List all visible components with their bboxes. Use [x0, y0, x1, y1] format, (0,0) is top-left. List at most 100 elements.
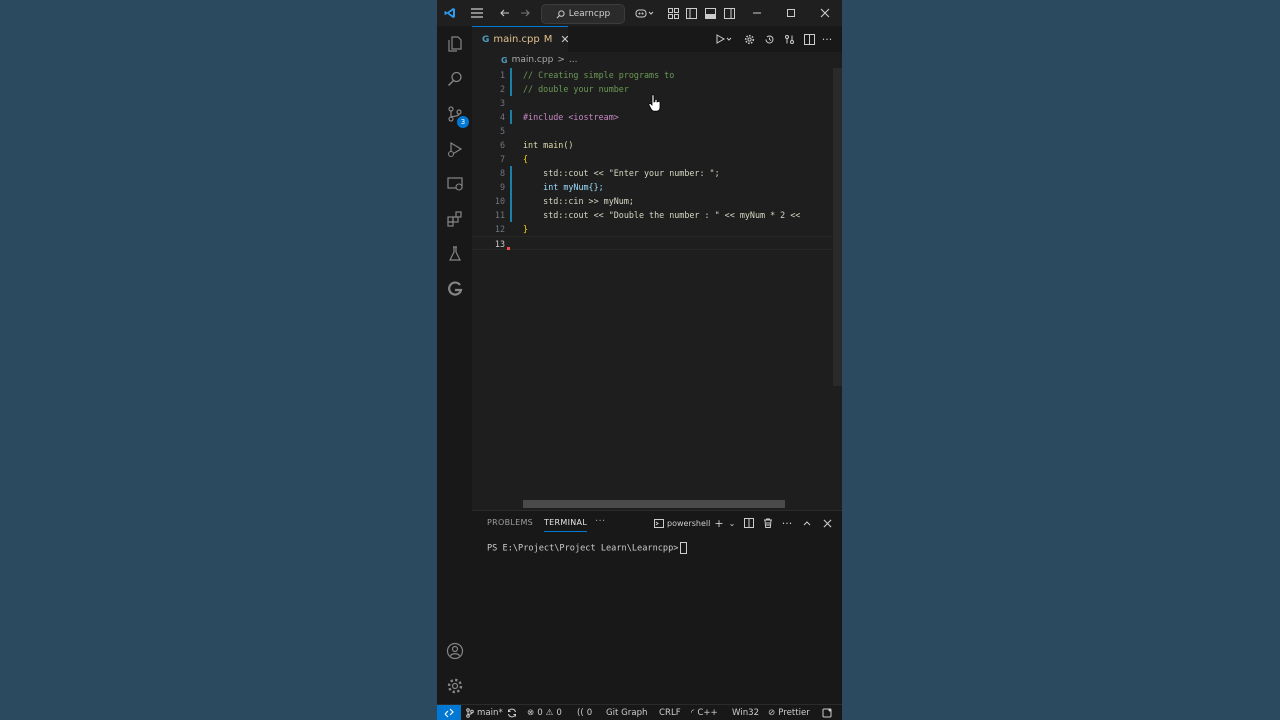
code-line: 1 // Creating simple programs to — [472, 68, 835, 82]
code-text: { — [523, 154, 529, 164]
remote-explorer-icon[interactable] — [441, 170, 468, 197]
horizontal-scrollbar[interactable] — [523, 500, 785, 508]
vscode-window: Learncpp 3 G main.cpp M ✕ ··· G main.cpp… — [437, 0, 842, 720]
prettier-label: Prettier — [778, 708, 810, 718]
line-number: 8 — [499, 168, 505, 178]
trash-icon[interactable] — [761, 516, 775, 530]
tab-filename: main.cpp — [493, 34, 540, 45]
breadcrumb-separator: > — [557, 55, 565, 65]
code-line: 7 { — [472, 152, 835, 166]
accounts-icon[interactable] — [441, 637, 468, 664]
settings-gear-icon[interactable] — [742, 32, 756, 46]
branch-name: main* — [477, 708, 503, 718]
breadcrumb-more[interactable]: ... — [569, 55, 578, 65]
vscode-logo-icon — [443, 4, 457, 22]
activity-bar: 3 — [437, 26, 472, 704]
code-text: } — [523, 224, 529, 234]
gitlens-g-icon[interactable] — [441, 275, 468, 302]
explorer-icon[interactable] — [441, 30, 468, 57]
chevron-down-icon[interactable]: ⌄ — [725, 516, 739, 530]
branch-indicator[interactable]: main* — [466, 705, 503, 720]
terminal-profile[interactable]: powershell — [654, 516, 710, 530]
run-code-icon[interactable] — [714, 32, 734, 46]
timeline-history-icon[interactable] — [762, 32, 776, 46]
close-panel-icon[interactable] — [820, 516, 834, 530]
code-text: std::cout << "Enter your number: "; — [523, 168, 720, 178]
line-number: 10 — [494, 196, 505, 206]
line-number: 6 — [499, 140, 505, 150]
search-icon[interactable] — [441, 65, 468, 92]
gutter-change-marker — [510, 82, 512, 96]
line-number: 3 — [499, 98, 505, 108]
line-number: 7 — [499, 154, 505, 164]
vertical-scrollbar[interactable] — [833, 68, 842, 386]
testing-flask-icon[interactable] — [441, 240, 468, 267]
split-editor-icon[interactable] — [802, 32, 816, 46]
title-bar: Learncpp — [437, 0, 842, 26]
more-actions-icon[interactable]: ··· — [780, 516, 794, 530]
terminal-output[interactable]: PS E:\Project\Project Learn\Learncpp> — [487, 542, 688, 554]
breadcrumb-file[interactable]: main.cpp — [512, 55, 554, 65]
panel-more-icon[interactable]: ··· — [595, 516, 605, 527]
toggle-secondary-sidebar-icon[interactable] — [722, 4, 736, 22]
language-mode[interactable]: ◜ C++ — [691, 705, 718, 720]
code-line: 5 — [472, 124, 835, 138]
toggle-primary-sidebar-icon[interactable] — [684, 4, 698, 22]
code-line: 9 int myNum{}; — [472, 180, 835, 194]
line-number: 1 — [499, 70, 505, 80]
notifications-bell-icon[interactable] — [822, 705, 832, 720]
git-graph-button[interactable]: Git Graph — [606, 705, 648, 720]
toggle-panel-icon[interactable] — [703, 4, 717, 22]
code-editor[interactable]: 1 // Creating simple programs to 2 // do… — [472, 68, 835, 510]
code-text: int main() — [523, 140, 574, 150]
remote-indicator[interactable] — [437, 705, 461, 720]
code-line: 8 std::cout << "Enter your number: "; — [472, 166, 835, 180]
new-terminal-plus-icon[interactable]: + — [712, 516, 726, 530]
breadcrumb-cpp-icon: G — [501, 55, 508, 65]
gutter-change-marker — [510, 180, 512, 194]
settings-gear-icon[interactable] — [441, 672, 468, 699]
gutter-change-marker — [510, 166, 512, 180]
line-number: 2 — [499, 84, 505, 94]
prettier-indicator[interactable]: ⊘ Prettier — [768, 705, 810, 720]
source-control-icon[interactable]: 3 — [441, 100, 469, 128]
close-window-icon[interactable] — [818, 4, 832, 22]
terminal-prompt: PS E:\Project\Project Learn\Learncpp> — [487, 543, 679, 554]
sync-icon[interactable] — [507, 705, 517, 720]
code-text: // double your number — [523, 84, 629, 94]
line-number: 5 — [499, 126, 505, 136]
tab-terminal[interactable]: TERMINAL — [544, 518, 588, 532]
terminal-icon — [654, 518, 664, 528]
search-text: Learncpp — [568, 9, 611, 19]
command-center-search[interactable]: Learncpp — [541, 4, 625, 24]
editor-tab-bar: G main.cpp M ✕ ··· — [472, 26, 842, 52]
customize-layout-icon[interactable] — [666, 4, 680, 22]
forward-arrow-icon[interactable] — [518, 4, 532, 22]
code-text: std::cout << "Double the number : " << m… — [523, 210, 801, 220]
run-debug-icon[interactable] — [441, 135, 468, 162]
maximize-icon[interactable] — [784, 4, 798, 22]
split-terminal-icon[interactable] — [742, 516, 756, 530]
menu-icon[interactable] — [469, 4, 485, 22]
problems-indicator[interactable]: ⊗ 0 ⚠ 0 — [527, 705, 562, 720]
tab-main-cpp[interactable]: G main.cpp M ✕ — [472, 26, 570, 52]
minimize-icon[interactable] — [750, 4, 764, 22]
hand-cursor-icon — [648, 94, 661, 112]
code-line: 11 std::cout << "Double the number : " <… — [472, 208, 835, 222]
tab-problems[interactable]: PROBLEMS — [487, 518, 533, 527]
platform-indicator[interactable]: Win32 — [732, 705, 759, 720]
eol-indicator[interactable]: CRLF — [659, 705, 681, 720]
close-tab-icon[interactable]: ✕ — [560, 33, 569, 46]
source-control-badge: 3 — [457, 116, 469, 128]
ports-indicator[interactable]: (( 0 — [577, 705, 592, 720]
more-actions-icon[interactable]: ··· — [820, 32, 834, 46]
gutter-change-marker — [510, 194, 512, 208]
line-number: 12 — [494, 224, 505, 234]
tab-modified-status: M — [543, 34, 553, 45]
open-changes-icon[interactable] — [782, 32, 796, 46]
maximize-panel-icon[interactable] — [800, 516, 814, 530]
extensions-icon[interactable] — [441, 205, 468, 232]
back-arrow-icon[interactable] — [498, 4, 512, 22]
loading-icon: ◜ — [691, 708, 695, 718]
copilot-icon[interactable] — [633, 4, 657, 22]
